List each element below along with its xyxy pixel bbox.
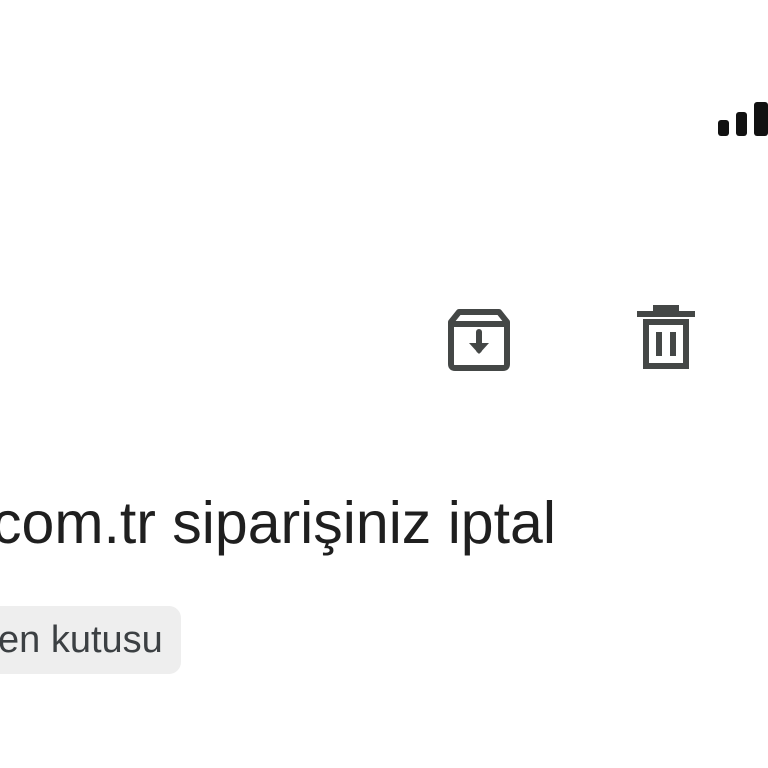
- inbox-label-text: en kutusu: [0, 619, 163, 661]
- message-toolbar: [0, 290, 768, 390]
- trash-icon: [637, 305, 695, 369]
- archive-button[interactable]: [431, 290, 527, 386]
- email-subject: com.tr siparişiniz iptal: [0, 490, 556, 556]
- archive-icon: [448, 309, 510, 371]
- status-bar: [0, 0, 768, 180]
- delete-button[interactable]: [618, 290, 714, 386]
- inbox-label-chip[interactable]: en kutusu: [0, 606, 181, 674]
- signal-strength-icon: [718, 102, 768, 136]
